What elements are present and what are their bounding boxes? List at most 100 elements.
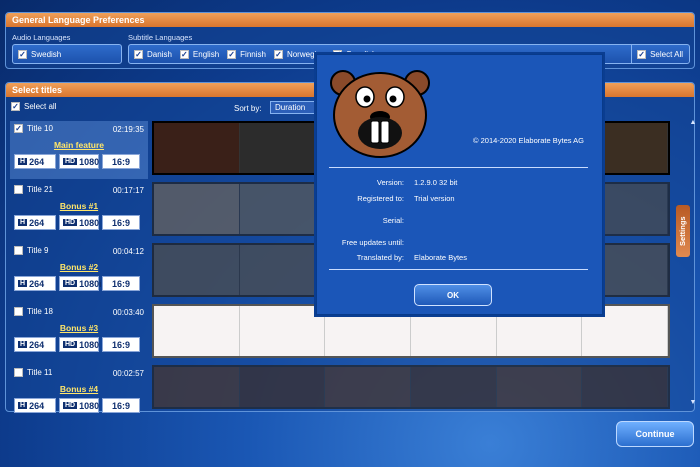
divider: [329, 269, 588, 270]
hd-icon: HD: [63, 219, 78, 226]
continue-button[interactable]: Continue: [616, 421, 694, 447]
title-name-text: Title 11: [27, 368, 53, 377]
select-all-titles-label: Select all: [24, 102, 57, 111]
title-name[interactable]: Title 21: [14, 185, 53, 194]
updates-label: Free updates until:: [341, 238, 404, 247]
translated-value: Elaborate Bytes: [414, 253, 467, 262]
title-info: ✓ Title 10 02:19:35 Main feature H 264 HD 1…: [10, 121, 148, 179]
title-feature-link[interactable]: Bonus #1: [10, 201, 148, 211]
codec-badge: H 264: [14, 337, 56, 352]
title-checkbox[interactable]: ✓: [14, 124, 23, 133]
codec-value: 264: [29, 278, 45, 289]
codec-value: 264: [29, 400, 45, 411]
audio-language-selector[interactable]: ✓ Swedish: [12, 44, 122, 64]
title-badges: H 264 HD 1080 16:9: [14, 154, 140, 169]
codec-value: 264: [29, 217, 45, 228]
settings-tab[interactable]: Settings: [676, 205, 690, 257]
title-feature-link[interactable]: Main feature: [10, 140, 148, 150]
title-badges: H 264 HD 1080 16:9: [14, 337, 140, 352]
codec-value: 264: [29, 156, 45, 167]
aspect-ratio-badge: 16:9: [102, 398, 140, 413]
title-name[interactable]: ✓ Title 10: [14, 124, 53, 133]
codec-badge: H 264: [14, 154, 56, 169]
title-info: Title 9 00:04:12 Bonus #2 H 264 HD 1080i 1…: [10, 243, 148, 301]
subtitle-option-english[interactable]: ✓ English: [179, 49, 220, 59]
title-duration: 00:04:12: [112, 247, 144, 256]
title-feature-link[interactable]: Bonus #3: [10, 323, 148, 333]
title-info: Title 21 00:17:17 Bonus #1 H 264 HD 1080 1…: [10, 182, 148, 240]
subtitle-languages-label: Subtitle Languages: [128, 33, 193, 42]
sort-by-label: Sort by:: [234, 104, 262, 113]
title-row[interactable]: Title 11 00:02:57 Bonus #4 H 264 HD 1080 1…: [10, 365, 670, 413]
h-icon: H: [18, 219, 28, 226]
h-icon: H: [18, 341, 28, 348]
title-duration: 02:19:35: [112, 125, 144, 134]
title-name-text: Title 9: [27, 246, 49, 255]
film-frame: [239, 306, 326, 356]
title-name[interactable]: Title 11: [14, 368, 52, 377]
about-dialog: © 2014-2020 Elaborate Bytes AG Version: …: [316, 54, 603, 315]
subtitle-option-finnish[interactable]: ✓ Finnish: [227, 49, 266, 59]
h-icon: H: [18, 280, 28, 287]
title-duration: 00:02:57: [112, 369, 144, 378]
title-checkbox[interactable]: [14, 307, 23, 316]
film-frame: [239, 184, 326, 234]
hd-icon: HD: [63, 402, 78, 409]
title-badges: H 264 HD 1080i 16:9: [14, 276, 140, 291]
h-icon: H: [18, 402, 28, 409]
subtitle-label: English: [192, 49, 220, 59]
check-icon: ✓: [179, 49, 189, 59]
title-name[interactable]: Title 9: [14, 246, 49, 255]
film-frame: [154, 123, 240, 173]
title-name-text: Title 10: [27, 124, 53, 133]
aspect-ratio-badge: 16:9: [102, 215, 140, 230]
registered-label: Registered to:: [357, 194, 404, 203]
app-window: { "language_prefs": { "header": "General…: [0, 0, 700, 467]
subtitle-select-all[interactable]: ✓ Select All: [631, 45, 683, 63]
title-checkbox[interactable]: [14, 368, 23, 377]
registered-value: Trial version: [414, 194, 455, 203]
title-info: Title 11 00:02:57 Bonus #4 H 264 HD 1080 1…: [10, 365, 148, 423]
aspect-ratio-badge: 16:9: [102, 276, 140, 291]
beaver-logo-icon: [330, 70, 430, 158]
check-icon: ✓: [273, 49, 283, 59]
audio-checkbox[interactable]: ✓: [18, 49, 27, 59]
subtitle-label: Finnish: [240, 49, 266, 59]
scroll-down-icon[interactable]: ▼: [688, 399, 698, 407]
version-label: Version:: [376, 178, 404, 187]
codec-badge: H 264: [14, 215, 56, 230]
translated-label: Translated by:: [356, 253, 404, 262]
resolution-badge: HD 1080: [59, 337, 99, 352]
select-all-label: Select All: [650, 49, 683, 59]
select-all-titles-checkbox[interactable]: ✓ Select all: [11, 102, 56, 111]
title-feature-link[interactable]: Bonus #4: [10, 384, 148, 394]
codec-value: 264: [29, 339, 45, 350]
codec-badge: H 264: [14, 276, 56, 291]
title-duration: 00:17:17: [112, 186, 144, 195]
ok-button[interactable]: OK: [414, 284, 492, 306]
film-frame: [154, 184, 240, 234]
title-checkbox[interactable]: [14, 246, 23, 255]
title-info: Title 18 00:03:40 Bonus #3 H 264 HD 1080 1…: [10, 304, 148, 362]
title-name[interactable]: Title 18: [14, 307, 53, 316]
resolution-value: 1080: [79, 339, 100, 350]
h-icon: H: [18, 158, 28, 165]
resolution-value: 1080: [79, 217, 100, 228]
resolution-badge: HD 1080: [59, 154, 99, 169]
aspect-ratio-badge: 16:9: [102, 154, 140, 169]
subtitle-option-danish[interactable]: ✓ Danish: [134, 49, 172, 59]
sort-by-value: Duration: [275, 103, 306, 112]
title-feature-link[interactable]: Bonus #2: [10, 262, 148, 272]
scroll-up-icon[interactable]: ▲: [688, 119, 698, 127]
resolution-badge: HD 1080: [59, 215, 99, 230]
audio-languages-label: Audio Languages: [12, 33, 71, 42]
film-frame: [154, 367, 240, 407]
film-frame: [582, 367, 669, 407]
language-preferences-header: General Language Preferences: [6, 13, 694, 27]
copyright-text: © 2014-2020 Elaborate Bytes AG: [473, 136, 585, 145]
title-checkbox[interactable]: [14, 185, 23, 194]
title-name-text: Title 18: [27, 307, 53, 316]
title-badges: H 264 HD 1080 16:9: [14, 398, 140, 413]
hd-icon: HD: [63, 341, 78, 348]
film-frame: [325, 367, 412, 407]
